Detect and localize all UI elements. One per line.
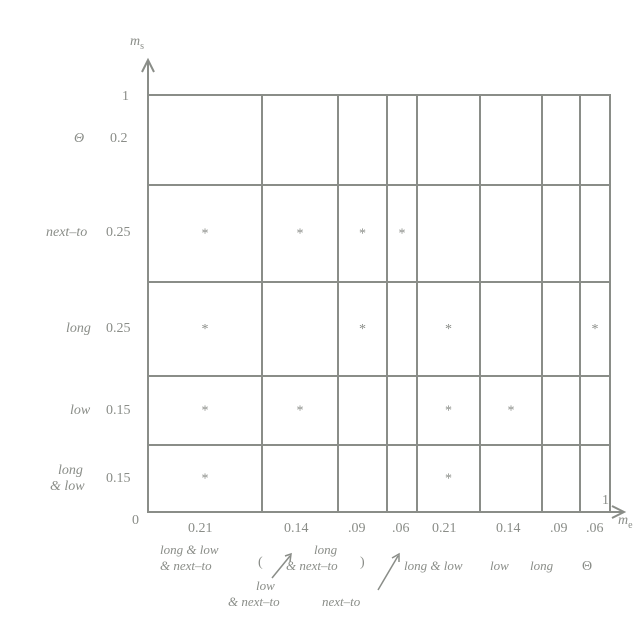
col-value-5: 0.14 <box>496 521 521 536</box>
row-label-theta: Θ <box>74 131 84 146</box>
row-value-0: 0.2 <box>110 131 128 146</box>
col-value-7: .06 <box>586 521 604 536</box>
row-value-1: 0.25 <box>106 225 131 240</box>
data-point: * <box>297 227 304 242</box>
col-value-0: 0.21 <box>188 521 213 536</box>
row-value-3: 0.15 <box>106 403 131 418</box>
row-label-longlow2: & low <box>50 479 85 494</box>
y-axis-label: ms <box>130 34 144 52</box>
data-point: * <box>592 322 599 337</box>
col-value-1: 0.14 <box>284 521 309 536</box>
data-point: * <box>445 472 452 487</box>
row-value-4: 0.15 <box>106 471 131 486</box>
data-point: * <box>359 322 366 337</box>
x-right-label: 1 <box>602 493 609 508</box>
data-point: * <box>202 472 209 487</box>
svg-text:next–to: next–to <box>322 594 361 609</box>
data-point: * <box>297 404 304 419</box>
data-point: * <box>359 227 366 242</box>
column-labels: long & low & next–to ( low & next–to lon… <box>160 542 592 609</box>
row-value-2: 0.25 <box>106 321 131 336</box>
col-value-2: .09 <box>348 521 366 536</box>
data-point: * <box>202 404 209 419</box>
svg-text:& next–to: & next–to <box>228 594 280 609</box>
data-point: * <box>202 227 209 242</box>
data-point: * <box>399 227 406 242</box>
data-point: * <box>445 404 452 419</box>
svg-text:low: low <box>256 578 275 593</box>
col-value-4: 0.21 <box>432 521 457 536</box>
svg-text:): ) <box>360 555 365 570</box>
svg-text:long: long <box>530 558 554 573</box>
row-label-low: low <box>70 403 91 418</box>
svg-text:& next–to: & next–to <box>160 558 212 573</box>
chart-grid <box>148 95 610 512</box>
svg-text:long & low: long & low <box>160 542 219 557</box>
row-label-longlow: long <box>58 463 83 478</box>
row-label-nextto: next–to <box>46 225 87 240</box>
col-value-6: .09 <box>550 521 568 536</box>
svg-text:long: long <box>314 542 338 557</box>
svg-text:low: low <box>490 558 509 573</box>
svg-text:Θ: Θ <box>582 559 592 574</box>
row-label-long: long <box>66 321 91 336</box>
y-top-label: 1 <box>122 89 129 104</box>
svg-text:& next–to: & next–to <box>286 558 338 573</box>
y-origin-label: 0 <box>132 513 139 528</box>
col-value-3: .06 <box>392 521 410 536</box>
x-axis-label: me <box>618 513 633 531</box>
svg-text:long & low: long & low <box>404 558 463 573</box>
data-point: * <box>445 322 452 337</box>
svg-text:(: ( <box>258 555 263 570</box>
data-point: * <box>508 404 515 419</box>
data-point: * <box>202 322 209 337</box>
